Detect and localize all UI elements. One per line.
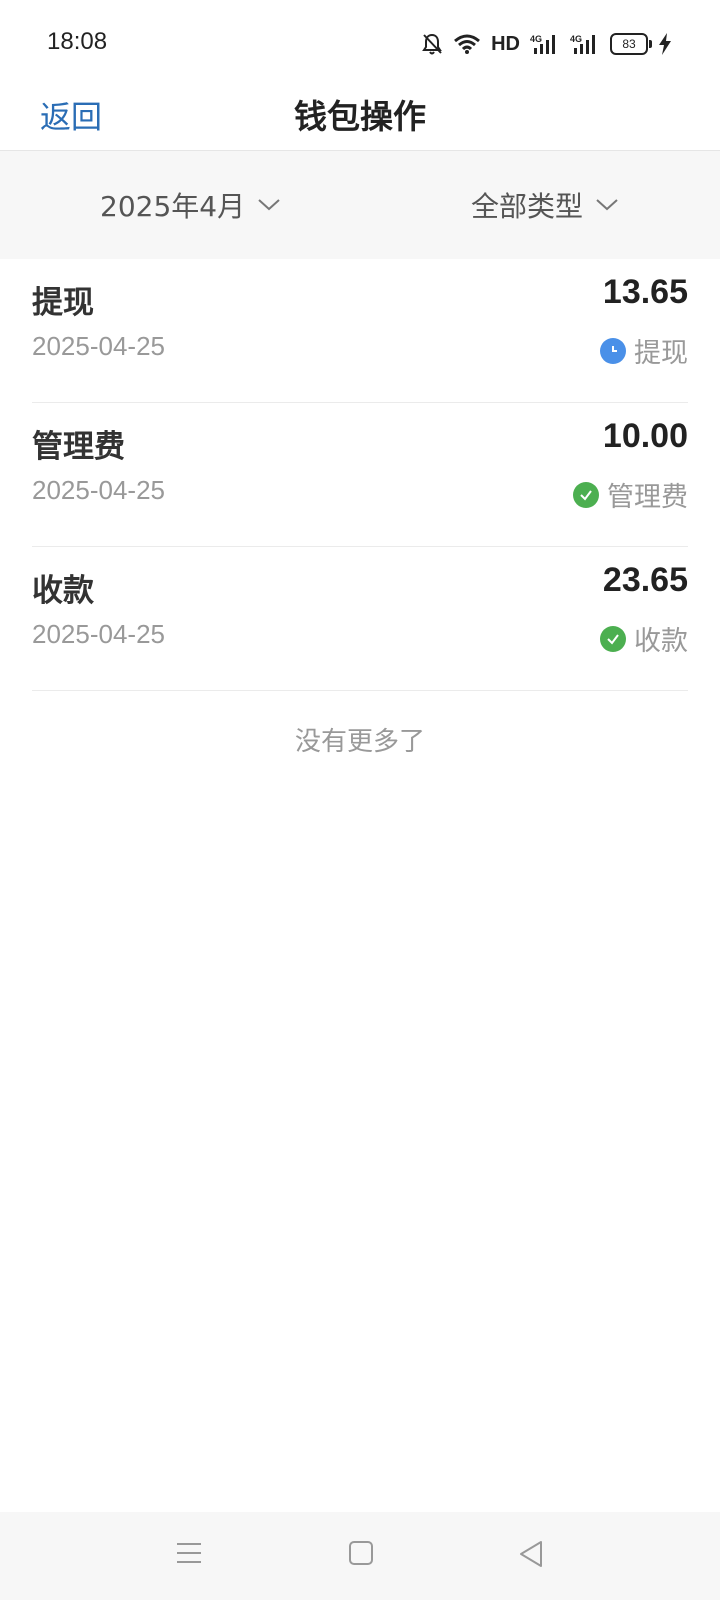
status-icons: HD 4G 4G 83: [421, 30, 672, 58]
signal-4g-icon: 4G: [570, 34, 595, 54]
transaction-status: 收款: [600, 619, 688, 658]
transaction-status-label: 提现: [634, 338, 688, 369]
chevron-down-icon: [258, 199, 280, 211]
transaction-title: 提现: [32, 285, 94, 321]
transaction-status-label: 收款: [634, 626, 688, 657]
transaction-date: 2025-04-25: [32, 331, 165, 361]
hd-icon: HD: [491, 32, 520, 55]
transaction-title: 收款: [32, 573, 94, 609]
transaction-item[interactable]: 收款 2025-04-25 23.65 收款: [32, 547, 688, 691]
transaction-item[interactable]: 提现 2025-04-25 13.65 提现: [32, 259, 688, 403]
clock-icon: [600, 337, 626, 364]
wifi-icon: [454, 34, 481, 54]
transaction-list: 提现 2025-04-25 13.65 提现 管理费 2025-04-25 10…: [32, 259, 688, 758]
transaction-status: 提现: [600, 331, 688, 370]
svg-text:4G: 4G: [530, 34, 542, 44]
type-filter-label: 全部类型: [471, 190, 584, 223]
menu-icon[interactable]: [176, 1540, 202, 1566]
month-filter-label: 2025年4月: [100, 190, 246, 223]
svg-text:4G: 4G: [570, 34, 582, 44]
transaction-item[interactable]: 管理费 2025-04-25 10.00 管理费: [32, 403, 688, 547]
signal-4g-icon: 4G: [530, 34, 555, 54]
type-filter-dropdown[interactable]: 全部类型: [471, 185, 619, 225]
page-title: 钱包操作: [294, 97, 426, 136]
status-bar: 18:08 HD 4G 4G 83: [0, 0, 720, 84]
battery-level: 83: [622, 37, 636, 51]
battery-icon: 83: [610, 33, 652, 55]
month-filter-dropdown[interactable]: 2025年4月: [100, 185, 281, 225]
header: 返回 钱包操作: [0, 84, 720, 151]
system-nav-bar: [0, 1512, 720, 1600]
chevron-down-icon: [596, 199, 618, 211]
mute-bell-icon: [422, 33, 442, 55]
transaction-date: 2025-04-25: [32, 475, 165, 505]
transaction-status: 管理费: [573, 475, 688, 514]
status-time: 18:08: [47, 28, 108, 55]
filter-bar: 2025年4月 全部类型: [0, 151, 720, 259]
transaction-amount: 13.65: [602, 273, 688, 311]
transaction-date: 2025-04-25: [32, 619, 165, 649]
back-triangle-icon[interactable]: [518, 1540, 544, 1568]
list-end-text: 没有更多了: [294, 727, 425, 757]
charging-icon: [659, 33, 671, 55]
transaction-amount: 10.00: [602, 417, 688, 455]
transaction-status-label: 管理费: [607, 482, 688, 513]
transaction-title: 管理费: [32, 429, 125, 465]
transaction-amount: 23.65: [602, 561, 688, 599]
check-icon: [600, 625, 626, 652]
home-icon[interactable]: [348, 1540, 374, 1566]
check-icon: [573, 481, 599, 508]
